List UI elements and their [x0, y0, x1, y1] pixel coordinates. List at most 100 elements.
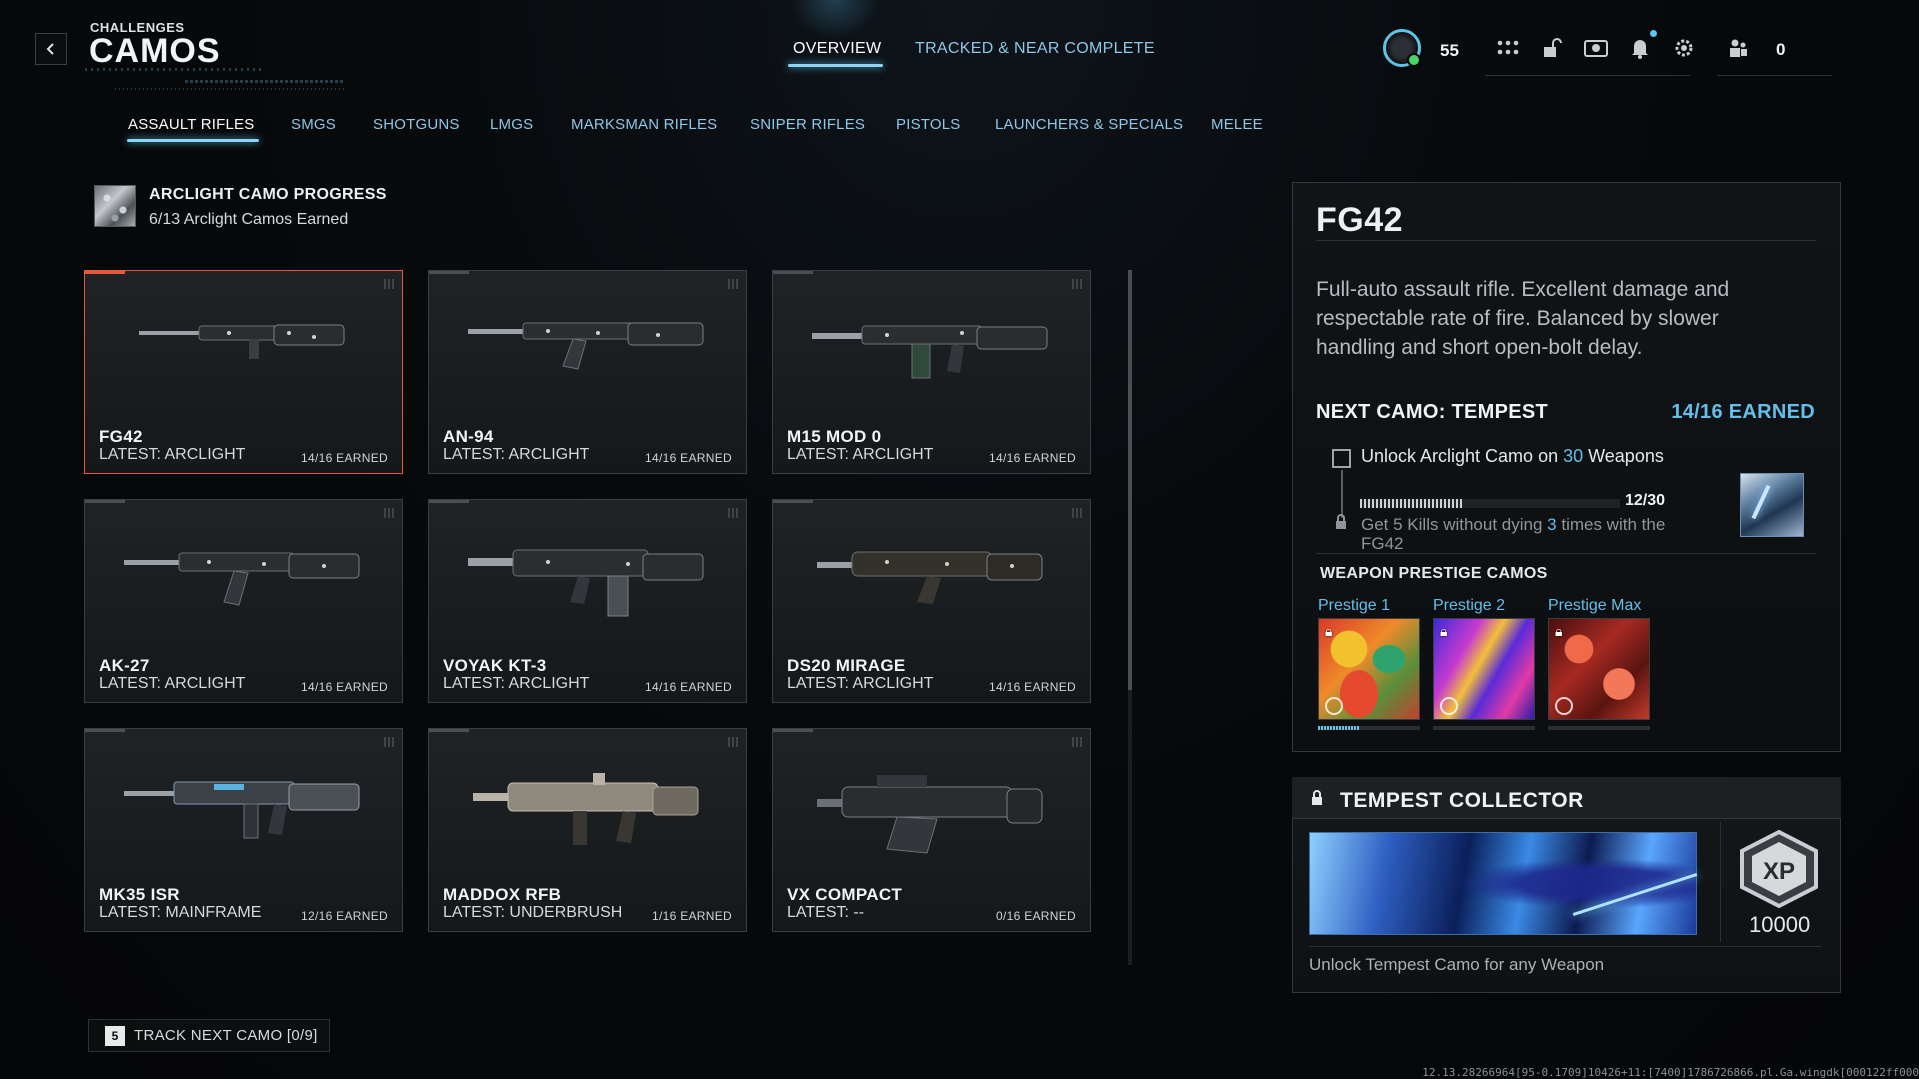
tempest-camo-thumbnail[interactable] — [1740, 473, 1804, 537]
card-corner-mark — [384, 508, 394, 518]
lock-icon: 🔒︎ — [1325, 623, 1333, 639]
category-underline — [127, 139, 259, 142]
camera-icon[interactable] — [1582, 34, 1610, 62]
player-level: 55 — [1440, 41, 1459, 60]
tab-pistols[interactable]: PISTOLS — [896, 116, 960, 133]
prestige-2-camo-tile[interactable]: 🔒︎ — [1433, 618, 1535, 720]
challenge-text: Unlock Arclight Camo on 30 Weapons — [1361, 446, 1664, 467]
arclight-progress-title: ARCLIGHT CAMO PROGRESS — [149, 186, 387, 203]
weapon-earned-count: 14/16 EARNED — [989, 451, 1076, 465]
challenge-progress-count: 12/30 — [1625, 492, 1666, 509]
build-version-string: 12.13.28266964[95-0.1709]10426+11:[7400]… — [1422, 1066, 1919, 1079]
arclight-progress-count: 6/13 Arclight Camos Earned — [149, 211, 349, 228]
weapon-earned-count: 14/16 EARNED — [989, 680, 1076, 694]
card-corner-mark — [384, 737, 394, 747]
tempest-collector-artwork — [1309, 832, 1697, 935]
challenge-progress-fill — [1360, 499, 1464, 508]
lock-icon: 🔒︎ — [1555, 623, 1563, 639]
header-divider — [1485, 75, 1690, 76]
xp-reward-value: 10000 — [1749, 912, 1811, 937]
weapon-card-mk35-isr[interactable]: MK35 ISR LATEST: MAINFRAME 12/16 EARNED — [84, 728, 403, 932]
weapon-an-94-image — [467, 322, 703, 370]
detail-weapon-description: Full-auto assault rifle. Excellent damag… — [1316, 278, 1730, 359]
card-accent-line — [85, 500, 125, 503]
weapon-card-ak-27[interactable]: AK-27 LATEST: ARCLIGHT 14/16 EARNED — [84, 499, 403, 703]
friends-icon[interactable] — [1724, 34, 1752, 62]
apps-grid-icon[interactable] — [1494, 34, 1522, 62]
prestige-emblem-icon — [1440, 697, 1458, 715]
bell-icon[interactable] — [1626, 34, 1654, 62]
card-corner-mark — [728, 737, 738, 747]
tab-smgs[interactable]: SMGS — [291, 116, 336, 133]
weapon-latest-camo: LATEST: ARCLIGHT — [443, 446, 590, 463]
card-accent-line — [85, 271, 125, 274]
weapon-card-m15-mod-0[interactable]: M15 MOD 0 LATEST: ARCLIGHT 14/16 EARNED — [772, 270, 1091, 474]
prestige-max-progress — [1548, 726, 1650, 730]
weapon-mk35-isr-image — [123, 781, 359, 839]
weapon-m15-mod-0-image — [811, 325, 1047, 379]
prestige-emblem-icon — [1555, 697, 1573, 715]
friends-count: 0 — [1776, 40, 1786, 59]
tab-shotguns[interactable]: SHOTGUNS — [373, 116, 460, 133]
weapon-name: AK-27 — [99, 656, 150, 675]
weapon-card-an-94[interactable]: AN-94 LATEST: ARCLIGHT 14/16 EARNED — [428, 270, 747, 474]
weapon-fg42-image — [138, 324, 344, 359]
player-emblem-icon[interactable] — [1383, 29, 1421, 67]
tab-marksman-rifles[interactable]: MARKSMAN RIFLES — [571, 116, 717, 133]
card-corner-mark — [384, 279, 394, 289]
unlock-icon[interactable] — [1538, 34, 1566, 62]
next-camo-earned: 14/16 EARNED — [1671, 401, 1815, 423]
challenge-text-pre: Unlock Arclight Camo on — [1361, 446, 1564, 466]
grid-scrollbar-thumb[interactable] — [1128, 270, 1132, 690]
weapon-card-ds20-mirage[interactable]: DS20 MIRAGE LATEST: ARCLIGHT 14/16 EARNE… — [772, 499, 1091, 703]
weapon-card-fg42[interactable]: FG42 LATEST: ARCLIGHT 14/16 EARNED — [84, 270, 403, 474]
gear-icon[interactable] — [1670, 34, 1698, 62]
card-accent-line — [429, 729, 469, 732]
tab-overview[interactable]: OVERVIEW — [793, 40, 881, 58]
tab-sniper-rifles[interactable]: SNIPER RIFLES — [750, 116, 865, 133]
prestige-emblem-icon — [1325, 697, 1343, 715]
weapon-name: MK35 ISR — [99, 885, 180, 904]
prestige-max-camo-tile[interactable]: 🔒︎ — [1548, 618, 1650, 720]
challenge-connector-line — [1341, 470, 1343, 518]
prestige-2-label: Prestige 2 — [1433, 597, 1506, 614]
weapon-name: AN-94 — [443, 427, 494, 446]
weapon-latest-camo: LATEST: ARCLIGHT — [99, 446, 246, 463]
tempest-collector-description: Unlock Tempest Camo for any Weapon — [1309, 955, 1605, 974]
tab-tracked-near-complete[interactable]: TRACKED & NEAR COMPLETE — [915, 40, 1155, 58]
weapon-earned-count: 14/16 EARNED — [645, 451, 732, 465]
tab-glow — [790, 0, 880, 40]
card-accent-line — [773, 271, 813, 274]
weapon-card-vx-compact[interactable]: VX COMPACT LATEST: -- 0/16 EARNED — [772, 728, 1091, 932]
weapon-name: MADDOX RFB — [443, 885, 562, 904]
lock-icon — [1310, 790, 1324, 810]
prestige-camos-title: WEAPON PRESTIGE CAMOS — [1320, 565, 1548, 582]
challenge-text-post: Weapons — [1583, 446, 1664, 466]
challenge-subtext: Get 5 Kills without dying 3 times with t… — [1361, 515, 1681, 553]
card-corner-mark — [1072, 279, 1082, 289]
tab-lmgs[interactable]: LMGS — [490, 116, 533, 133]
detail-divider — [1316, 553, 1816, 554]
chevron-left-icon — [46, 43, 54, 55]
weapon-ds20-mirage-image — [816, 551, 1042, 604]
weapon-name: M15 MOD 0 — [787, 427, 882, 446]
card-accent-line — [85, 729, 125, 732]
challenge-checkbox[interactable] — [1332, 449, 1351, 468]
tempest-collector-title: TEMPEST COLLECTOR — [1340, 789, 1584, 812]
tab-launchers-specials[interactable]: LAUNCHERS & SPECIALS — [995, 116, 1183, 133]
back-button[interactable] — [35, 33, 67, 65]
prestige-1-camo-tile[interactable]: 🔒︎ — [1318, 618, 1420, 720]
collector-divider — [1720, 822, 1721, 942]
tab-melee[interactable]: MELEE — [1211, 116, 1263, 133]
detail-weapon-title: FG42 — [1316, 201, 1404, 239]
weapon-latest-camo: LATEST: ARCLIGHT — [99, 675, 246, 692]
weapon-card-maddox-rfb[interactable]: MADDOX RFB LATEST: UNDERBRUSH 1/16 EARNE… — [428, 728, 747, 932]
weapon-card-voyak-kt-3[interactable]: VOYAK KT-3 LATEST: ARCLIGHT 14/16 EARNED — [428, 499, 747, 703]
collector-divider — [1309, 946, 1821, 947]
tab-assault-rifles[interactable]: ASSAULT RIFLES — [128, 116, 254, 133]
prestige-2-progress — [1433, 726, 1535, 730]
next-camo-label: NEXT CAMO: TEMPEST — [1316, 401, 1549, 423]
weapon-earned-count: 1/16 EARNED — [652, 909, 732, 923]
weapon-earned-count: 12/16 EARNED — [301, 909, 388, 923]
track-next-camo-button[interactable]: 5 TRACK NEXT CAMO [0/9] — [88, 1019, 330, 1052]
